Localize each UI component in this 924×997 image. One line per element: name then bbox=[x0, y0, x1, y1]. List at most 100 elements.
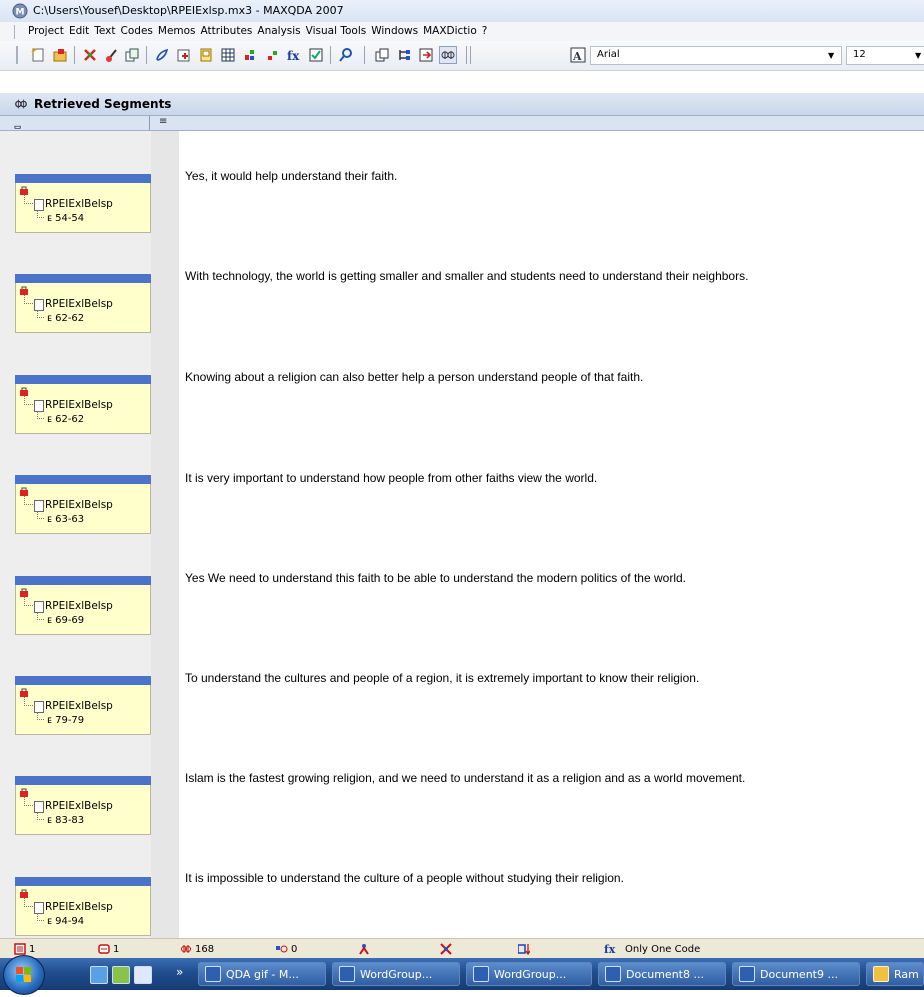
status-activated-codes-count: 0 bbox=[291, 943, 298, 955]
show-desktop-icon[interactable] bbox=[90, 966, 108, 984]
title-bar: M C:\Users\Yousef\Desktop\RPEIExlsp.mx3 … bbox=[0, 0, 924, 23]
tree-icon[interactable] bbox=[396, 47, 412, 63]
link-icon[interactable] bbox=[124, 47, 140, 63]
segment-source-box[interactable]: RPEIExlBelsp ᴇ 63-63 bbox=[15, 484, 151, 534]
menu-project[interactable]: Project bbox=[28, 25, 69, 37]
segment-document-name: RPEIExlBelsp bbox=[45, 800, 113, 812]
menu-text[interactable]: Text bbox=[94, 25, 120, 37]
lock-icon bbox=[20, 889, 28, 898]
quick-launch-icon[interactable] bbox=[112, 966, 130, 984]
taskbar-item[interactable]: Document9 ... bbox=[732, 962, 860, 986]
segment-text[interactable]: It is impossible to understand the cultu… bbox=[185, 871, 624, 885]
font-name-select[interactable]: Arial ▼ bbox=[590, 46, 842, 65]
segment-position: ᴇ 62-62 bbox=[47, 414, 85, 425]
menu-windows[interactable]: Windows bbox=[371, 25, 423, 37]
status-filter-button[interactable] bbox=[440, 943, 452, 955]
memo-icon[interactable] bbox=[198, 47, 214, 63]
font-icon[interactable]: A bbox=[570, 47, 586, 63]
search-icon[interactable] bbox=[338, 47, 354, 63]
svg-text:M: M bbox=[16, 8, 25, 18]
lock-icon bbox=[20, 186, 28, 195]
tree-connector bbox=[24, 597, 33, 606]
new-project-icon[interactable] bbox=[30, 47, 46, 63]
open-project-icon[interactable] bbox=[52, 47, 68, 63]
lock-icon bbox=[20, 688, 28, 697]
document-icon bbox=[14, 943, 26, 955]
segment-document-name: RPEIExlBelsp bbox=[45, 198, 113, 210]
taskbar-item[interactable]: WordGroup... bbox=[332, 962, 460, 986]
tree-connector bbox=[37, 511, 44, 519]
text-column-header[interactable]: ≡ bbox=[159, 116, 167, 127]
retrieved-segments-icon[interactable] bbox=[439, 46, 457, 64]
copy-icon[interactable] bbox=[374, 47, 390, 63]
retrieved-segments-icon bbox=[15, 99, 27, 109]
menu-maxdictio[interactable]: MAXDictio bbox=[423, 25, 482, 37]
segment-source-box[interactable]: RPEIExlBelsp ᴇ 83-83 bbox=[15, 785, 151, 835]
segment-source-box[interactable]: RPEIExlBelsp ᴇ 54-54 bbox=[15, 183, 151, 233]
word-icon bbox=[605, 966, 621, 982]
checkbox-icon[interactable] bbox=[308, 47, 324, 63]
menu-codes[interactable]: Codes bbox=[121, 25, 158, 37]
quick-launch-icon[interactable] bbox=[134, 966, 152, 984]
export-icon[interactable] bbox=[418, 47, 434, 63]
status-activated-codes[interactable]: 0 bbox=[276, 943, 297, 955]
toolbar: fx A Arial ▼ 12 ▼ bbox=[0, 41, 924, 71]
taskbar: » QDA gif - M... WordGroup... WordGroup.… bbox=[0, 955, 924, 995]
code-system-icon[interactable] bbox=[82, 47, 98, 63]
menu-help[interactable]: ? bbox=[482, 25, 493, 37]
chevron-right-icon[interactable]: » bbox=[176, 965, 183, 979]
segment-text[interactable]: Yes, it would help understand their fait… bbox=[185, 169, 397, 183]
status-documents[interactable]: 1 bbox=[14, 943, 35, 955]
maxqda-app-icon[interactable]: M bbox=[12, 3, 28, 19]
status-sort-button[interactable] bbox=[518, 943, 530, 955]
document-browser-icon[interactable] bbox=[154, 47, 170, 63]
menu-edit[interactable]: Edit bbox=[69, 25, 94, 37]
status-only-one-code[interactable]: fx Only One Code bbox=[604, 943, 700, 955]
taskbar-item[interactable]: QDA gif - M... bbox=[198, 962, 326, 986]
taskbar-item[interactable]: Ram bbox=[866, 962, 924, 986]
column-divider[interactable] bbox=[149, 116, 150, 130]
segment-text[interactable]: It is very important to understand how p… bbox=[185, 471, 597, 485]
status-weighted-icon-button[interactable] bbox=[358, 943, 370, 955]
segment-source-box[interactable]: RPEIExlBelsp ᴇ 69-69 bbox=[15, 585, 151, 635]
segment-source-box[interactable]: RPEIExlBelsp ᴇ 62-62 bbox=[15, 283, 151, 333]
status-coded-segments-count: 168 bbox=[195, 943, 215, 955]
status-coded-segments[interactable]: 168 bbox=[180, 943, 214, 955]
retrieve-icon[interactable] bbox=[176, 47, 192, 63]
segment-position: ᴇ 94-94 bbox=[47, 916, 85, 927]
taskbar-item-label: Document9 ... bbox=[760, 967, 838, 981]
segment-text[interactable]: To understand the cultures and people of… bbox=[185, 671, 699, 685]
taskbar-item-label: Document8 ... bbox=[626, 967, 704, 981]
segment-source-box[interactable]: RPEIExlBelsp ᴇ 79-79 bbox=[15, 685, 151, 735]
segment-source-box[interactable]: RPEIExlBelsp ᴇ 62-62 bbox=[15, 384, 151, 434]
taskbar-item[interactable]: Document8 ... bbox=[598, 962, 726, 986]
segment-header-bar bbox=[15, 576, 151, 585]
chevron-down-icon[interactable]: ▼ bbox=[915, 51, 921, 60]
segment-text[interactable]: Knowing about a religion can also better… bbox=[185, 370, 643, 384]
menu-memos[interactable]: Memos bbox=[158, 25, 201, 37]
segment-header-bar bbox=[15, 676, 151, 685]
taskbar-item[interactable]: WordGroup... bbox=[466, 962, 592, 986]
function-icon[interactable]: fx bbox=[286, 47, 302, 63]
segment-position-value: 54-54 bbox=[55, 213, 85, 224]
segment-header-bar bbox=[15, 274, 151, 283]
chevron-down-icon[interactable]: ▼ bbox=[828, 51, 834, 60]
segment-position: ᴇ 83-83 bbox=[47, 815, 85, 826]
segment-text[interactable]: With technology, the world is getting sm… bbox=[185, 269, 748, 283]
source-column-header[interactable]: ᆷ bbox=[13, 116, 22, 131]
font-size-select[interactable]: 12 ▼ bbox=[846, 46, 924, 65]
status-text-groups[interactable]: 1 bbox=[98, 943, 119, 955]
bar-chart-icon[interactable] bbox=[242, 47, 258, 63]
scatter-icon[interactable] bbox=[264, 47, 280, 63]
segment-document-name: RPEIExlBelsp bbox=[45, 700, 113, 712]
segment-source-box[interactable]: RPEIExlBelsp ᴇ 94-94 bbox=[15, 886, 151, 936]
segment-text[interactable]: Yes We need to understand this faith to … bbox=[185, 571, 686, 585]
start-button[interactable] bbox=[3, 955, 45, 995]
lock-icon bbox=[20, 387, 28, 396]
menu-visual-tools[interactable]: Visual Tools bbox=[306, 25, 372, 37]
activate-icon[interactable] bbox=[104, 47, 120, 63]
menu-analysis[interactable]: Analysis bbox=[257, 25, 305, 37]
segment-text[interactable]: Islam is the fastest growing religion, a… bbox=[185, 771, 745, 785]
table-icon[interactable] bbox=[220, 47, 236, 63]
menu-attributes[interactable]: Attributes bbox=[201, 25, 258, 37]
